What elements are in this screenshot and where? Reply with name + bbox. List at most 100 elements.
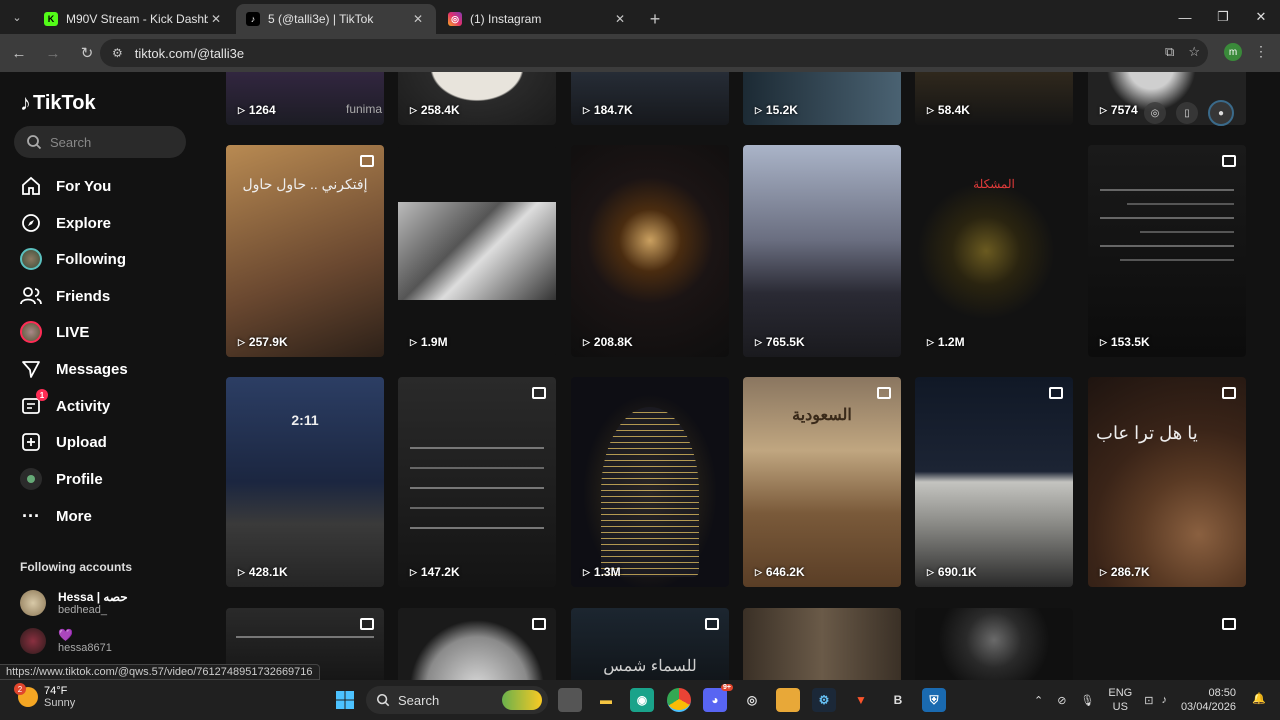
install-app-icon[interactable]: ⧉ bbox=[1165, 44, 1174, 60]
video-tile[interactable]: funima ▷ 1264 bbox=[226, 72, 384, 125]
browser-menu-icon[interactable]: ⋮ bbox=[1254, 43, 1268, 60]
nav-messages[interactable]: Messages bbox=[20, 355, 128, 383]
account-item[interactable]: Hessa | حصه bedhead_ bbox=[20, 590, 128, 616]
close-window-button[interactable]: ✕ bbox=[1242, 0, 1280, 34]
nav-more[interactable]: ··· More bbox=[20, 502, 92, 530]
play-icon: ▷ bbox=[238, 104, 245, 115]
url-text: tiktok.com/@talli3e bbox=[134, 45, 245, 61]
close-tab-icon[interactable]: ✕ bbox=[410, 12, 426, 26]
video-tile[interactable]: ▷ 15.2K bbox=[743, 72, 901, 125]
view-count: ▷ 147.2K bbox=[410, 565, 460, 579]
tab-instagram[interactable]: ◎ (1) Instagram ✕ bbox=[438, 4, 638, 34]
nav-profile[interactable]: Profile bbox=[20, 465, 103, 493]
nav-activity[interactable]: 1 Activity bbox=[20, 389, 110, 420]
system-tray: ⌃ ⊘ 🎙 ENG US ⊡ ♪ 08:50 03/04/2026 🔔 bbox=[1034, 680, 1280, 720]
notification-bell-icon[interactable]: 🔔 bbox=[1252, 692, 1266, 705]
close-tab-icon[interactable]: ✕ bbox=[612, 12, 628, 26]
display-icon[interactable]: ⊡ bbox=[1144, 694, 1153, 707]
video-tile[interactable]: ▷ 208.8K bbox=[571, 145, 729, 357]
tiktok-logo[interactable]: ♪ TikTok bbox=[20, 90, 96, 116]
address-bar[interactable]: ⚙ tiktok.com/@talli3e ⧉ ☆ bbox=[100, 39, 1208, 67]
brave-icon[interactable]: ▼ bbox=[849, 688, 873, 712]
tab-search-button[interactable]: ⌄ bbox=[0, 0, 34, 34]
taskbar-search[interactable]: Search bbox=[366, 686, 548, 714]
compass-small-icon[interactable]: ◎ bbox=[1144, 102, 1166, 124]
security-shield-icon[interactable]: ⛨ bbox=[922, 688, 946, 712]
video-tile[interactable]: ▷ 58.4K bbox=[915, 72, 1073, 125]
logo-text: TikTok bbox=[33, 91, 96, 114]
search-placeholder: Search bbox=[50, 134, 92, 150]
video-tile[interactable] bbox=[915, 608, 1073, 680]
maximize-button[interactable]: ❐ bbox=[1204, 0, 1242, 34]
minimize-button[interactable]: — bbox=[1166, 0, 1204, 34]
profile-avatar[interactable]: m bbox=[1224, 43, 1242, 61]
video-tile[interactable]: إفتكرني .. حاول حاول ▷ 257.9K bbox=[226, 145, 384, 357]
chrome-icon[interactable] bbox=[667, 688, 691, 712]
search-icon bbox=[376, 693, 390, 707]
network-off-icon[interactable]: ⊘ bbox=[1057, 694, 1066, 707]
tab-tiktok[interactable]: ♪ 5 (@talli3e) | TikTok ✕ bbox=[236, 4, 436, 34]
video-tile[interactable]: للسماء شمس bbox=[571, 608, 729, 680]
video-tile[interactable]: السعودية ▷ 646.2K bbox=[743, 377, 901, 587]
bookmark-star-icon[interactable]: ☆ bbox=[1188, 44, 1200, 60]
tray-chevron-icon[interactable]: ⌃ bbox=[1034, 694, 1043, 707]
view-count: ▷ 184.7K bbox=[583, 103, 633, 117]
task-view-icon[interactable] bbox=[558, 688, 582, 712]
windows-start-icon[interactable] bbox=[333, 688, 357, 712]
volume-icon[interactable]: ♪ bbox=[1161, 694, 1167, 706]
play-icon: ▷ bbox=[583, 104, 590, 115]
video-tile[interactable]: ▷ 1.3M bbox=[571, 377, 729, 587]
obs-icon[interactable]: ◎ bbox=[740, 688, 764, 712]
weather-widget[interactable]: 2 74°F Sunny bbox=[14, 683, 75, 709]
steam-icon[interactable]: ⚙ bbox=[812, 688, 836, 712]
forward-button[interactable]: → bbox=[38, 38, 68, 68]
video-tile[interactable]: ▷ 147.2K bbox=[398, 377, 556, 587]
tiktok-page: ♪ TikTok Search For You Explore Followin… bbox=[0, 72, 1280, 680]
tab-kick[interactable]: K M90V Stream - Kick Dashboard ✕ bbox=[34, 4, 234, 34]
video-tile[interactable]: 2:11 ▷ 428.1K bbox=[226, 377, 384, 587]
account-handle: bedhead_ bbox=[58, 604, 107, 616]
search-input[interactable]: Search bbox=[14, 126, 186, 158]
nav-explore[interactable]: Explore bbox=[20, 209, 111, 237]
nav-label: More bbox=[56, 507, 92, 525]
file-explorer-icon[interactable]: ▬ bbox=[594, 688, 618, 712]
search-icon bbox=[27, 135, 42, 150]
account-item[interactable]: 💜 hessa8671 bbox=[20, 628, 112, 654]
play-icon: ▷ bbox=[755, 104, 762, 115]
nav-following[interactable]: Following bbox=[20, 245, 126, 273]
nav-friends[interactable]: Friends bbox=[20, 282, 110, 310]
video-tile[interactable] bbox=[398, 608, 556, 680]
video-tile[interactable]: ▷ 690.1K bbox=[915, 377, 1073, 587]
device-icon[interactable]: ▯ bbox=[1176, 102, 1198, 124]
reload-button[interactable]: ↻ bbox=[72, 38, 102, 68]
view-count: ▷ 258.4K bbox=[410, 103, 460, 117]
microphone-icon[interactable]: 🎙 bbox=[1080, 694, 1094, 707]
nav-label: For You bbox=[56, 177, 112, 195]
site-info-icon[interactable]: ⚙ bbox=[112, 46, 123, 60]
app-icon[interactable] bbox=[776, 688, 800, 712]
profile-mini-avatar[interactable]: ● bbox=[1208, 100, 1234, 126]
app-icon[interactable]: B bbox=[886, 688, 910, 712]
nav-live[interactable]: LIVE bbox=[20, 318, 89, 346]
nav-for-you[interactable]: For You bbox=[20, 172, 111, 200]
close-tab-icon[interactable]: ✕ bbox=[208, 12, 224, 26]
language-indicator[interactable]: ENG US bbox=[1108, 686, 1132, 715]
view-count: ▷ 257.9K bbox=[238, 335, 288, 349]
video-tile[interactable]: ▷ 184.7K bbox=[571, 72, 729, 125]
app-icon[interactable]: ◉ bbox=[630, 688, 654, 712]
new-tab-button[interactable]: + bbox=[640, 4, 670, 34]
video-tile[interactable] bbox=[743, 608, 901, 680]
back-button[interactable]: ← bbox=[4, 38, 34, 68]
video-tile[interactable]: ▷ 1.9M bbox=[398, 145, 556, 357]
video-tile[interactable] bbox=[1088, 608, 1246, 680]
video-tile[interactable]: ▷ 765.5K bbox=[743, 145, 901, 357]
play-icon: ▷ bbox=[755, 566, 762, 577]
video-tile[interactable]: يا هل ترا عاب ▷ 286.7K bbox=[1088, 377, 1246, 587]
clock-date: 03/04/2026 bbox=[1180, 701, 1236, 713]
video-tile[interactable]: ▷ 153.5K bbox=[1088, 145, 1246, 357]
nav-upload[interactable]: Upload bbox=[20, 428, 107, 456]
video-tile[interactable]: ▷ 258.4K bbox=[398, 72, 556, 125]
video-tile[interactable]: المشكلة ▷ 1.2M bbox=[915, 145, 1073, 357]
clock[interactable]: 08:50 03/04/2026 bbox=[1181, 686, 1236, 715]
discord-icon[interactable]: ◕ 9+ bbox=[703, 684, 733, 712]
